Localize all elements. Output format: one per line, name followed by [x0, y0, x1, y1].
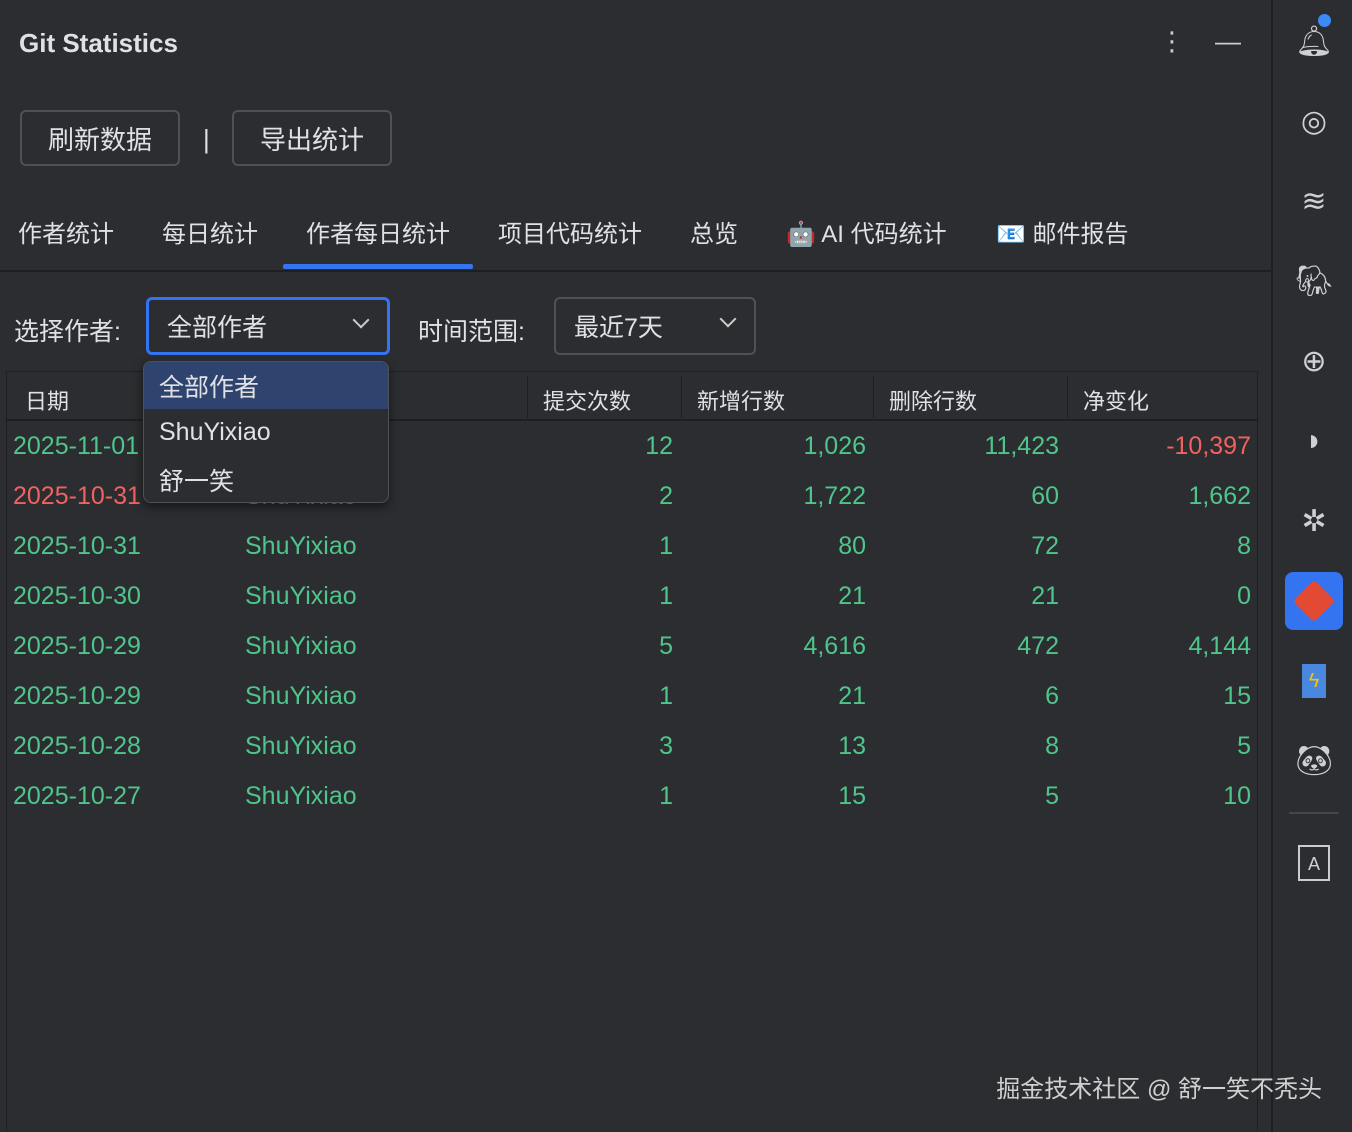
git-statistics-panel: Git Statistics ⋮ — 刷新数据 | 导出统计 作者统计 每日统计 …	[0, 0, 1271, 1132]
cell-commits: 5	[659, 632, 673, 660]
cell-author: ShuYixiao	[245, 682, 357, 710]
ai-chat-icon[interactable]: ◎	[1285, 92, 1343, 150]
cell-net: 0	[1237, 582, 1251, 610]
cell-commits: 3	[659, 732, 673, 760]
panel-title: Git Statistics	[19, 28, 178, 58]
chevron-down-icon	[352, 311, 370, 329]
codeium-icon[interactable]: ◗	[1285, 412, 1343, 470]
chevron-down-icon	[719, 310, 737, 328]
cell-added: 1,722	[803, 482, 866, 510]
cell-net: 5	[1237, 732, 1251, 760]
time-range-label: 时间范围:	[418, 318, 525, 346]
refresh-data-button[interactable]: 刷新数据	[20, 110, 180, 166]
cell-net: -10,397	[1166, 432, 1251, 460]
option-shuyixiao[interactable]: ShuYixiao	[144, 409, 388, 456]
tab-email-report[interactable]: 📧 邮件报告	[996, 214, 1129, 249]
option-all-authors[interactable]: 全部作者	[144, 362, 388, 409]
database-icon[interactable]: ≋	[1285, 172, 1343, 230]
cell-author: ShuYixiao	[245, 532, 357, 560]
author-select-value: 全部作者	[167, 314, 268, 342]
tab-ai-code-stats[interactable]: 🤖 AI 代码统计	[786, 214, 947, 249]
cell-author: ShuYixiao	[245, 732, 357, 760]
time-range-value: 最近7天	[574, 314, 663, 342]
cell-date: 2025-10-31	[13, 482, 141, 510]
cell-net: 8	[1237, 532, 1251, 560]
tab-daily-stats[interactable]: 每日统计	[162, 214, 258, 249]
cell-date: 2025-10-29	[13, 682, 141, 710]
tab-project-code-stats[interactable]: 项目代码统计	[498, 214, 642, 249]
cell-date: 2025-10-31	[13, 532, 141, 560]
cell-date: 2025-11-01	[13, 432, 140, 460]
cell-deleted: 21	[1031, 582, 1059, 610]
notifications-icon[interactable]: 🔔︎	[1285, 12, 1343, 70]
cell-net: 10	[1223, 782, 1251, 810]
cell-commits: 12	[645, 432, 673, 460]
cell-author: ShuYixiao	[245, 582, 357, 610]
cell-deleted: 11,423	[984, 432, 1059, 460]
author-label: 选择作者:	[14, 318, 121, 346]
col-deleted[interactable]: 删除行数	[889, 384, 977, 416]
cell-added: 4,616	[803, 632, 866, 660]
cell-deleted: 8	[1045, 732, 1059, 760]
tab-bar: 作者统计 每日统计 作者每日统计 项目代码统计 总览 🤖 AI 代码统计 📧 邮…	[0, 200, 1271, 272]
col-net[interactable]: 净变化	[1083, 384, 1149, 416]
table-row[interactable]: 2025-10-30 ShuYixiao 1 21 21 0	[7, 572, 1257, 622]
cell-deleted: 60	[1031, 482, 1059, 510]
gradle-icon[interactable]: 🐘︎	[1285, 252, 1343, 310]
option-shuyixiao-cn[interactable]: 舒一笑	[144, 456, 388, 502]
right-toolbar: 🔔︎ ◎ ≋ 🐘︎ ⊕ ◗ ✲ ϟ 🐼︎ A	[1271, 0, 1352, 1132]
watermark: 掘金技术社区 @ 舒一笑不秃头	[996, 1076, 1322, 1103]
author-select[interactable]: 全部作者	[146, 297, 390, 355]
cell-date: 2025-10-28	[13, 732, 141, 760]
cell-commits: 2	[659, 482, 673, 510]
cell-author: ShuYixiao	[245, 632, 357, 660]
cell-date: 2025-10-27	[13, 782, 141, 810]
table-row[interactable]: 2025-10-28 ShuYixiao 3 13 8 5	[7, 722, 1257, 772]
table-row[interactable]: 2025-10-29 ShuYixiao 5 4,616 472 4,144	[7, 622, 1257, 672]
cell-added: 1,026	[803, 432, 866, 460]
cell-commits: 1	[659, 782, 673, 810]
cell-added: 21	[838, 582, 866, 610]
cell-deleted: 472	[1017, 632, 1059, 660]
git-statistics-icon[interactable]	[1285, 572, 1343, 630]
export-stats-button[interactable]: 导出统计	[232, 110, 392, 166]
tab-author-stats[interactable]: 作者统计	[18, 214, 114, 249]
panda-icon[interactable]: 🐼︎	[1285, 732, 1343, 790]
power-mode-icon[interactable]: ϟ	[1285, 652, 1343, 710]
cell-added: 15	[838, 782, 866, 810]
col-commits[interactable]: 提交次数	[543, 384, 631, 416]
tab-author-daily-stats[interactable]: 作者每日统计	[283, 214, 473, 269]
table-row[interactable]: 2025-10-29 ShuYixiao 1 21 6 15	[7, 672, 1257, 722]
minimize-icon[interactable]: —	[1215, 26, 1241, 57]
plugin-icon[interactable]: ⊕	[1285, 332, 1343, 390]
cell-commits: 1	[659, 582, 673, 610]
cell-added: 80	[838, 532, 866, 560]
cell-deleted: 5	[1045, 782, 1059, 810]
col-date[interactable]: 日期	[25, 384, 69, 416]
cell-commits: 1	[659, 532, 673, 560]
table-row[interactable]: 2025-10-27 ShuYixiao 1 15 5 10	[7, 772, 1257, 822]
ai-assistant-icon[interactable]: ✲	[1285, 492, 1343, 550]
cell-date: 2025-10-30	[13, 582, 141, 610]
toolbar-separator: |	[203, 124, 210, 154]
col-added[interactable]: 新增行数	[697, 384, 785, 416]
cell-deleted: 72	[1031, 532, 1059, 560]
cell-net: 1,662	[1188, 482, 1251, 510]
author-dropdown: 全部作者 ShuYixiao 舒一笑	[143, 361, 389, 503]
time-range-select[interactable]: 最近7天	[554, 297, 756, 355]
translate-icon[interactable]: A	[1285, 834, 1343, 892]
cell-deleted: 6	[1045, 682, 1059, 710]
cell-net: 4,144	[1188, 632, 1251, 660]
cell-date: 2025-10-29	[13, 632, 141, 660]
cell-net: 15	[1223, 682, 1251, 710]
cell-author: ShuYixiao	[245, 782, 357, 810]
cell-commits: 1	[659, 682, 673, 710]
cell-added: 13	[838, 732, 866, 760]
cell-added: 21	[838, 682, 866, 710]
more-options-icon[interactable]: ⋮	[1159, 26, 1185, 57]
tab-overview[interactable]: 总览	[690, 214, 738, 249]
table-row[interactable]: 2025-10-31 ShuYixiao 1 80 72 8	[7, 522, 1257, 572]
